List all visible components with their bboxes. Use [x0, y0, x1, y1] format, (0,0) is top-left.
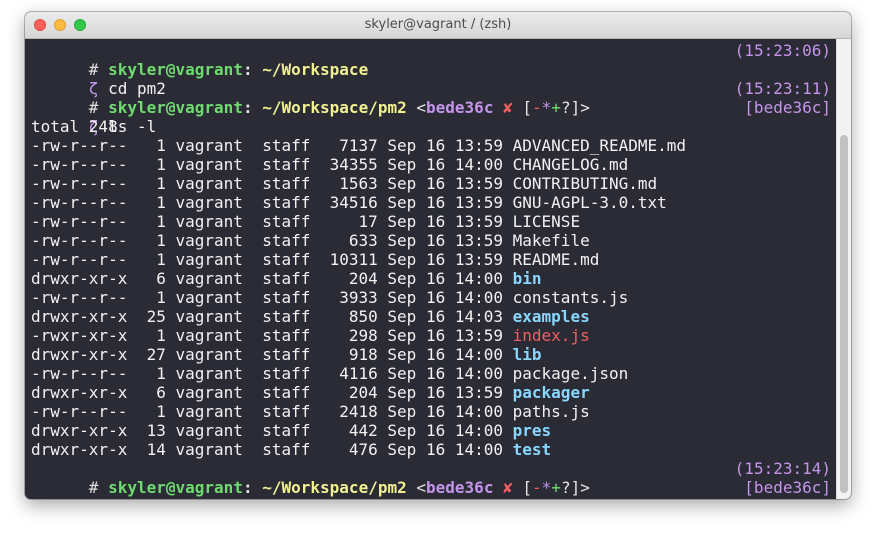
listing-row: drwxr-xr-x 27 vagrant staff 918 Sep 16 1…	[31, 345, 831, 364]
listing-row: -rw-r--r-- 1 vagrant staff 7137 Sep 16 1…	[31, 136, 831, 155]
listing-row: -rw-r--r-- 1 vagrant staff 34516 Sep 16 …	[31, 193, 831, 212]
listing-row: -rw-r--r-- 1 vagrant staff 34355 Sep 16 …	[31, 155, 831, 174]
file-name: constants.js	[512, 288, 629, 307]
directory-name: lib	[512, 345, 542, 364]
prompt-line: # skyler@vagrant: ~/Workspace/pm2 <bede3…	[88, 79, 831, 117]
file-name: LICENSE	[512, 212, 581, 231]
file-metadata: -rw-r--r-- 1 vagrant staff 2418 Sep 16 1…	[31, 402, 513, 421]
file-metadata: -rw-r--r-- 1 vagrant staff 4116 Sep 16 1…	[31, 364, 513, 383]
file-name: CHANGELOG.md	[512, 155, 629, 174]
listing-row: -rw-r--r-- 1 vagrant staff 3933 Sep 16 1…	[31, 288, 831, 307]
file-metadata: drwxr-xr-x 14 vagrant staff 476 Sep 16 1…	[31, 440, 513, 459]
directory-name: packager	[512, 383, 590, 402]
file-metadata: -rw-r--r-- 1 vagrant staff 17 Sep 16 13:…	[31, 212, 513, 231]
scrollbar[interactable]	[836, 39, 851, 499]
directory-name: test	[512, 440, 552, 459]
file-name: README.md	[512, 250, 600, 269]
file-metadata: drwxr-xr-x 6 vagrant staff 204 Sep 16 13…	[31, 383, 513, 402]
window-title: skyler@vagrant / (zsh)	[364, 17, 512, 32]
listing-row: -rw-r--r-- 1 vagrant staff 2418 Sep 16 1…	[31, 402, 831, 421]
file-metadata: -rw-r--r-- 1 vagrant staff 7137 Sep 16 1…	[31, 136, 513, 155]
file-metadata: drwxr-xr-x 25 vagrant staff 850 Sep 16 1…	[31, 307, 513, 326]
listing-row: -rw-r--r-- 1 vagrant staff 1563 Sep 16 1…	[31, 174, 831, 193]
listing-row: drwxr-xr-x 6 vagrant staff 204 Sep 16 14…	[31, 269, 831, 288]
directory-name: pres	[512, 421, 552, 440]
right-prompt-branch: [bede36c]	[744, 478, 831, 497]
listing-row: -rw-r--r-- 1 vagrant staff 17 Sep 16 13:…	[31, 212, 831, 231]
file-name: package.json	[512, 364, 629, 383]
file-metadata: -rw-r--r-- 1 vagrant staff 34355 Sep 16 …	[31, 155, 513, 174]
listing-row: -rw-r--r-- 1 vagrant staff 4116 Sep 16 1…	[31, 364, 831, 383]
terminal-window: skyler@vagrant / (zsh) # skyler@vagrant:…	[25, 12, 851, 499]
file-metadata: -rw-r--r-- 1 vagrant staff 3933 Sep 16 1…	[31, 288, 513, 307]
file-metadata: drwxr-xr-x 27 vagrant staff 918 Sep 16 1…	[31, 345, 513, 364]
file-name: index.js	[512, 326, 590, 345]
command-line: ζ ls -l [bede36c]	[31, 98, 831, 136]
scrollbar-thumb[interactable]	[840, 135, 848, 493]
directory-name: examples	[512, 307, 590, 326]
file-metadata: drwxr-xr-x 13 vagrant staff 442 Sep 16 1…	[31, 421, 513, 440]
file-metadata: -rw-r--r-- 1 vagrant staff 1563 Sep 16 1…	[31, 174, 513, 193]
listing-row: -rw-r--r-- 1 vagrant staff 633 Sep 16 13…	[31, 231, 831, 250]
prompt-timestamp: (15:23:11)	[734, 79, 831, 98]
prompt-timestamp: (15:23:06)	[734, 41, 831, 60]
right-prompt-branch: [bede36c]	[744, 98, 831, 117]
file-name: ADVANCED_README.md	[512, 136, 687, 155]
command-line[interactable]: ζ [bede36c]	[31, 478, 831, 499]
file-metadata: -rw-r--r-- 1 vagrant staff 10311 Sep 16 …	[31, 250, 513, 269]
listing-row: drwxr-xr-x 6 vagrant staff 204 Sep 16 13…	[31, 383, 831, 402]
directory-name: bin	[512, 269, 542, 288]
file-name: CONTRIBUTING.md	[512, 174, 658, 193]
total-line: total 248	[31, 117, 118, 136]
zeta-prompt-icon: ζ	[89, 497, 99, 499]
listing-row: -rw-r--r-- 1 vagrant staff 10311 Sep 16 …	[31, 250, 831, 269]
prompt-line: # skyler@vagrant: ~/Workspace/pm2 <bede3…	[88, 459, 831, 497]
file-name: GNU-AGPL-3.0.txt	[512, 193, 667, 212]
prompt-line: # skyler@vagrant: ~/Workspace (15:23:06)	[31, 41, 831, 79]
listing-row: drwxr-xr-x 13 vagrant staff 442 Sep 16 1…	[31, 421, 831, 440]
listing-row: -rwxr-xr-x 1 vagrant staff 298 Sep 16 13…	[31, 326, 831, 345]
prompt-timestamp: (15:23:14)	[734, 459, 831, 478]
listing-row: drwxr-xr-x 25 vagrant staff 850 Sep 16 1…	[31, 307, 831, 326]
command-line: ζ cd pm2	[31, 60, 831, 98]
file-name: paths.js	[512, 402, 590, 421]
listing-row: drwxr-xr-x 14 vagrant staff 476 Sep 16 1…	[31, 440, 831, 459]
title-bar: skyler@vagrant / (zsh)	[25, 12, 851, 39]
file-metadata: -rwxr-xr-x 1 vagrant staff 298 Sep 16 13…	[31, 326, 513, 345]
file-name: Makefile	[512, 231, 590, 250]
file-metadata: -rw-r--r-- 1 vagrant staff 34516 Sep 16 …	[31, 193, 513, 212]
file-metadata: drwxr-xr-x 6 vagrant staff 204 Sep 16 14…	[31, 269, 513, 288]
file-metadata: -rw-r--r-- 1 vagrant staff 633 Sep 16 13…	[31, 231, 513, 250]
terminal-output[interactable]: # skyler@vagrant: ~/Workspace (15:23:06)…	[25, 39, 837, 499]
